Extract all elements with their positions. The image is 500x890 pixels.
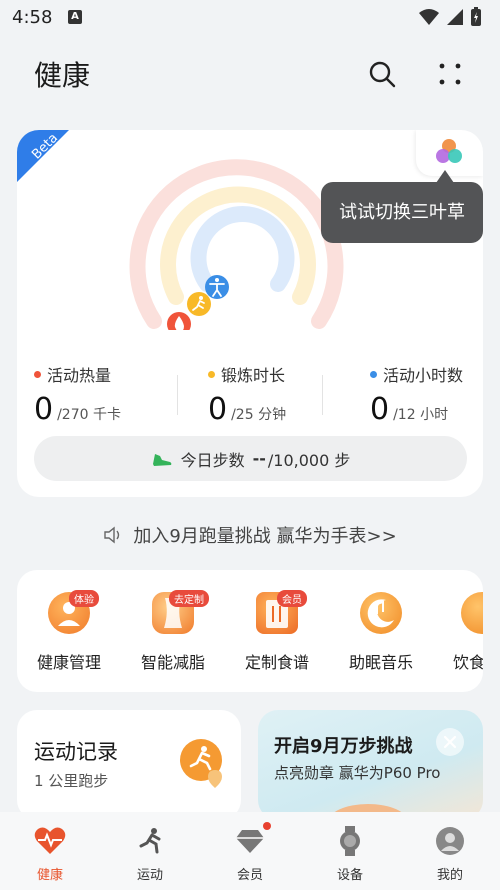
trefoil-icon [436, 139, 462, 163]
stat-hours-value: 0 [370, 392, 390, 427]
heart-pulse-icon [34, 827, 66, 854]
calories-dot [34, 370, 41, 378]
service-health-management[interactable]: 体验 健康管理 [17, 570, 127, 692]
stat-exercise-unit: /25 分钟 [231, 407, 287, 423]
steps-value: -- [252, 449, 266, 468]
tab-exercise[interactable]: 运动 [100, 812, 200, 890]
profile-icon [436, 827, 464, 855]
stat-exercise-label: 锻炼时长 [221, 366, 286, 385]
diamond-icon [236, 830, 264, 853]
record-title: 运动记录 [34, 740, 118, 764]
challenge-title: 开启9月万步挑战 [274, 736, 413, 757]
stat-hours-unit: /12 小时 [393, 407, 449, 423]
step-challenge-card[interactable]: 开启9月万步挑战 点亮勋章 赢华为P60 Pro [258, 710, 483, 820]
status-bar: 4:58 A [0, 0, 500, 34]
stat-hours: 活动小时数 0/12 小时 [370, 362, 463, 427]
diet-bowl-icon [461, 592, 483, 634]
status-time: 4:58 [12, 7, 53, 28]
tab-devices[interactable]: 设备 [300, 812, 400, 890]
tab-label: 我的 [436, 868, 463, 883]
exercise-ring-icon [187, 292, 211, 316]
search-icon [369, 61, 396, 88]
promo-text: 加入9月跑量挑战 赢华为手表>> [133, 526, 397, 547]
service-tag: 去定制 [169, 590, 209, 607]
service-label: 饮食 [452, 653, 483, 672]
tab-label: 健康 [36, 868, 63, 883]
bottom-tab-bar: 健康 运动 会员 设备 我的 [0, 812, 500, 890]
stat-calories-label: 活动热量 [47, 366, 112, 385]
runner-location-icon [180, 739, 222, 788]
stat-calories: 活动热量 0/270 千卡 [34, 362, 121, 427]
stat-exercise: 锻炼时长 0/25 分钟 [208, 362, 286, 427]
tab-label: 会员 [236, 868, 263, 883]
ring-hours-track [190, 206, 295, 292]
today-steps-bar[interactable]: 今日步数 -- /10,000 步 [34, 436, 467, 481]
tab-label: 运动 [136, 868, 163, 883]
service-label: 健康管理 [36, 653, 101, 672]
hours-dot [370, 370, 377, 378]
tab-membership[interactable]: 会员 [200, 812, 300, 890]
signal-icon [447, 9, 463, 25]
close-button[interactable] [436, 728, 464, 756]
stat-calories-value: 0 [34, 392, 54, 427]
page-title: 健康 [34, 59, 91, 92]
watch-icon [340, 826, 360, 856]
record-subtitle: 1 公里跑步 [34, 772, 109, 790]
exercise-record-card[interactable]: 运动记录 1 公里跑步 [17, 710, 241, 820]
tab-me[interactable]: 我的 [400, 812, 500, 890]
steps-goal: /10,000 步 [267, 450, 351, 470]
stat-exercise-value: 0 [208, 392, 228, 427]
divider [322, 375, 323, 415]
moon-music-icon [360, 592, 402, 634]
service-label: 智能减脂 [140, 653, 205, 672]
service-tag: 体验 [69, 590, 99, 607]
steps-label: 今日步数 [180, 450, 245, 470]
stat-calories-unit: /270 千卡 [57, 407, 121, 423]
service-sleep-music[interactable]: 助眠音乐 [329, 570, 439, 692]
search-button[interactable] [366, 58, 398, 90]
runner-icon [139, 828, 161, 854]
shoe-icon [152, 453, 171, 466]
hours-ring-icon [205, 275, 229, 299]
status-icons [418, 7, 482, 27]
close-icon [443, 735, 457, 749]
more-button[interactable] [434, 58, 466, 90]
exercise-dot [208, 370, 215, 378]
services-carousel[interactable]: 体验 健康管理 去定制 智能减脂 会员 定制食谱 助眠音乐 饮食 [17, 570, 483, 692]
tab-label: 设备 [336, 868, 363, 883]
battery-icon [471, 7, 481, 26]
service-label: 助眠音乐 [348, 653, 413, 672]
stat-hours-label: 活动小时数 [383, 366, 464, 385]
wifi-icon [419, 9, 439, 25]
calories-ring-icon [167, 312, 191, 330]
tab-health[interactable]: 健康 [0, 812, 100, 890]
service-label: 定制食谱 [244, 653, 309, 672]
more-dots-icon [439, 63, 461, 85]
divider [177, 375, 178, 415]
trefoil-tooltip[interactable]: 试试切换三叶草 [321, 182, 483, 243]
notification-dot [263, 822, 271, 830]
service-tag: 会员 [277, 590, 307, 607]
promo-banner[interactable]: 加入9月跑量挑战 赢华为手表>> [0, 522, 500, 548]
notification-icon: A [68, 10, 82, 24]
service-smart-fat-loss[interactable]: 去定制 智能减脂 [121, 570, 231, 692]
challenge-subtitle: 点亮勋章 赢华为P60 Pro [274, 764, 441, 782]
speaker-icon [104, 526, 120, 544]
service-diet[interactable]: 饮食 [433, 570, 483, 692]
service-custom-recipes[interactable]: 会员 定制食谱 [225, 570, 335, 692]
